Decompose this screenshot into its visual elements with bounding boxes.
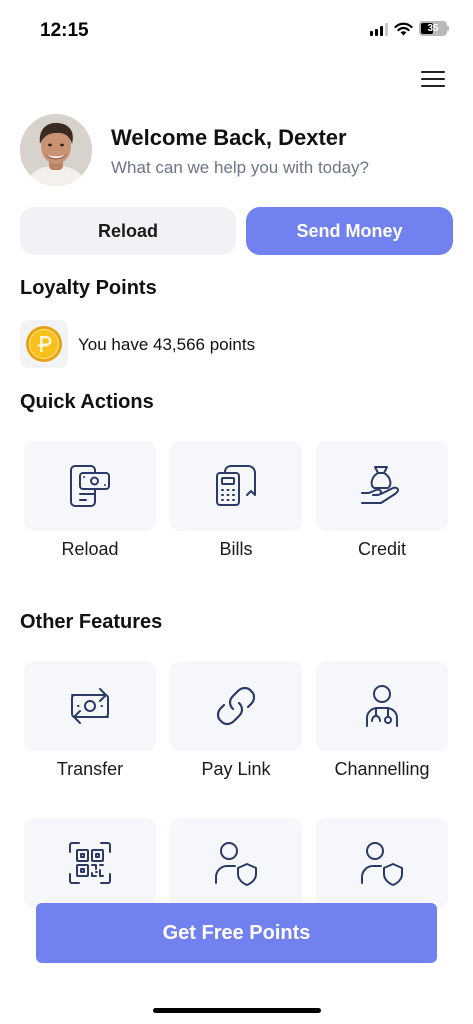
feature-transfer[interactable] [24, 661, 156, 751]
loyalty-section-title: Loyalty Points [20, 277, 157, 299]
doctor-icon [366, 685, 398, 727]
quick-action-label: Credit [357, 539, 406, 559]
feature-channelling[interactable] [316, 661, 448, 751]
send-money-button[interactable]: Send Money [246, 207, 453, 255]
feature-pay-link[interactable] [170, 661, 302, 751]
get-free-points-button[interactable]: Get Free Points [36, 903, 437, 963]
status-icons: 35 [370, 21, 449, 36]
cellular-signal-icon [370, 22, 388, 36]
feature-qr[interactable] [24, 818, 156, 908]
page-title: Welcome Back, Dexter [111, 125, 347, 150]
quick-action-label: Bills [219, 539, 253, 559]
user-shield-icon [361, 842, 403, 886]
battery-level: 35 [427, 23, 439, 34]
feature-user-shield[interactable] [170, 818, 302, 908]
status-time: 12:15 [40, 20, 89, 41]
feature-label: Transfer [56, 759, 124, 779]
user-shield-icon [215, 842, 257, 886]
page-subtitle: What can we help you with today? [111, 158, 369, 177]
other-features-title: Other Features [20, 611, 163, 633]
hamburger-menu-icon[interactable] [421, 68, 445, 90]
avatar [20, 114, 92, 186]
battery-icon: 35 [419, 21, 447, 36]
quick-action-credit[interactable] [316, 441, 448, 531]
quick-action-reload[interactable] [24, 441, 156, 531]
reload-button[interactable]: Reload [20, 207, 236, 255]
feature-label: Pay Link [201, 759, 271, 779]
feature-label: Channelling [334, 759, 430, 779]
transfer-money-icon [71, 688, 109, 724]
feature-user-shield[interactable] [316, 818, 448, 908]
link-icon [216, 686, 256, 726]
money-bag-hand-icon [361, 466, 399, 504]
quick-actions-title: Quick Actions [20, 391, 154, 413]
home-indicator[interactable] [153, 1008, 321, 1013]
status-bar: 12:15 35 [0, 0, 473, 60]
bill-receipt-icon [216, 465, 256, 506]
wifi-icon [394, 22, 413, 35]
quick-action-label: Reload [61, 539, 119, 559]
phone-cash-icon [70, 465, 110, 507]
coin-icon [20, 320, 68, 368]
loyalty-points-text: You have 43,566 points [78, 335, 256, 354]
qr-code-icon [69, 842, 111, 884]
quick-action-bills[interactable] [170, 441, 302, 531]
